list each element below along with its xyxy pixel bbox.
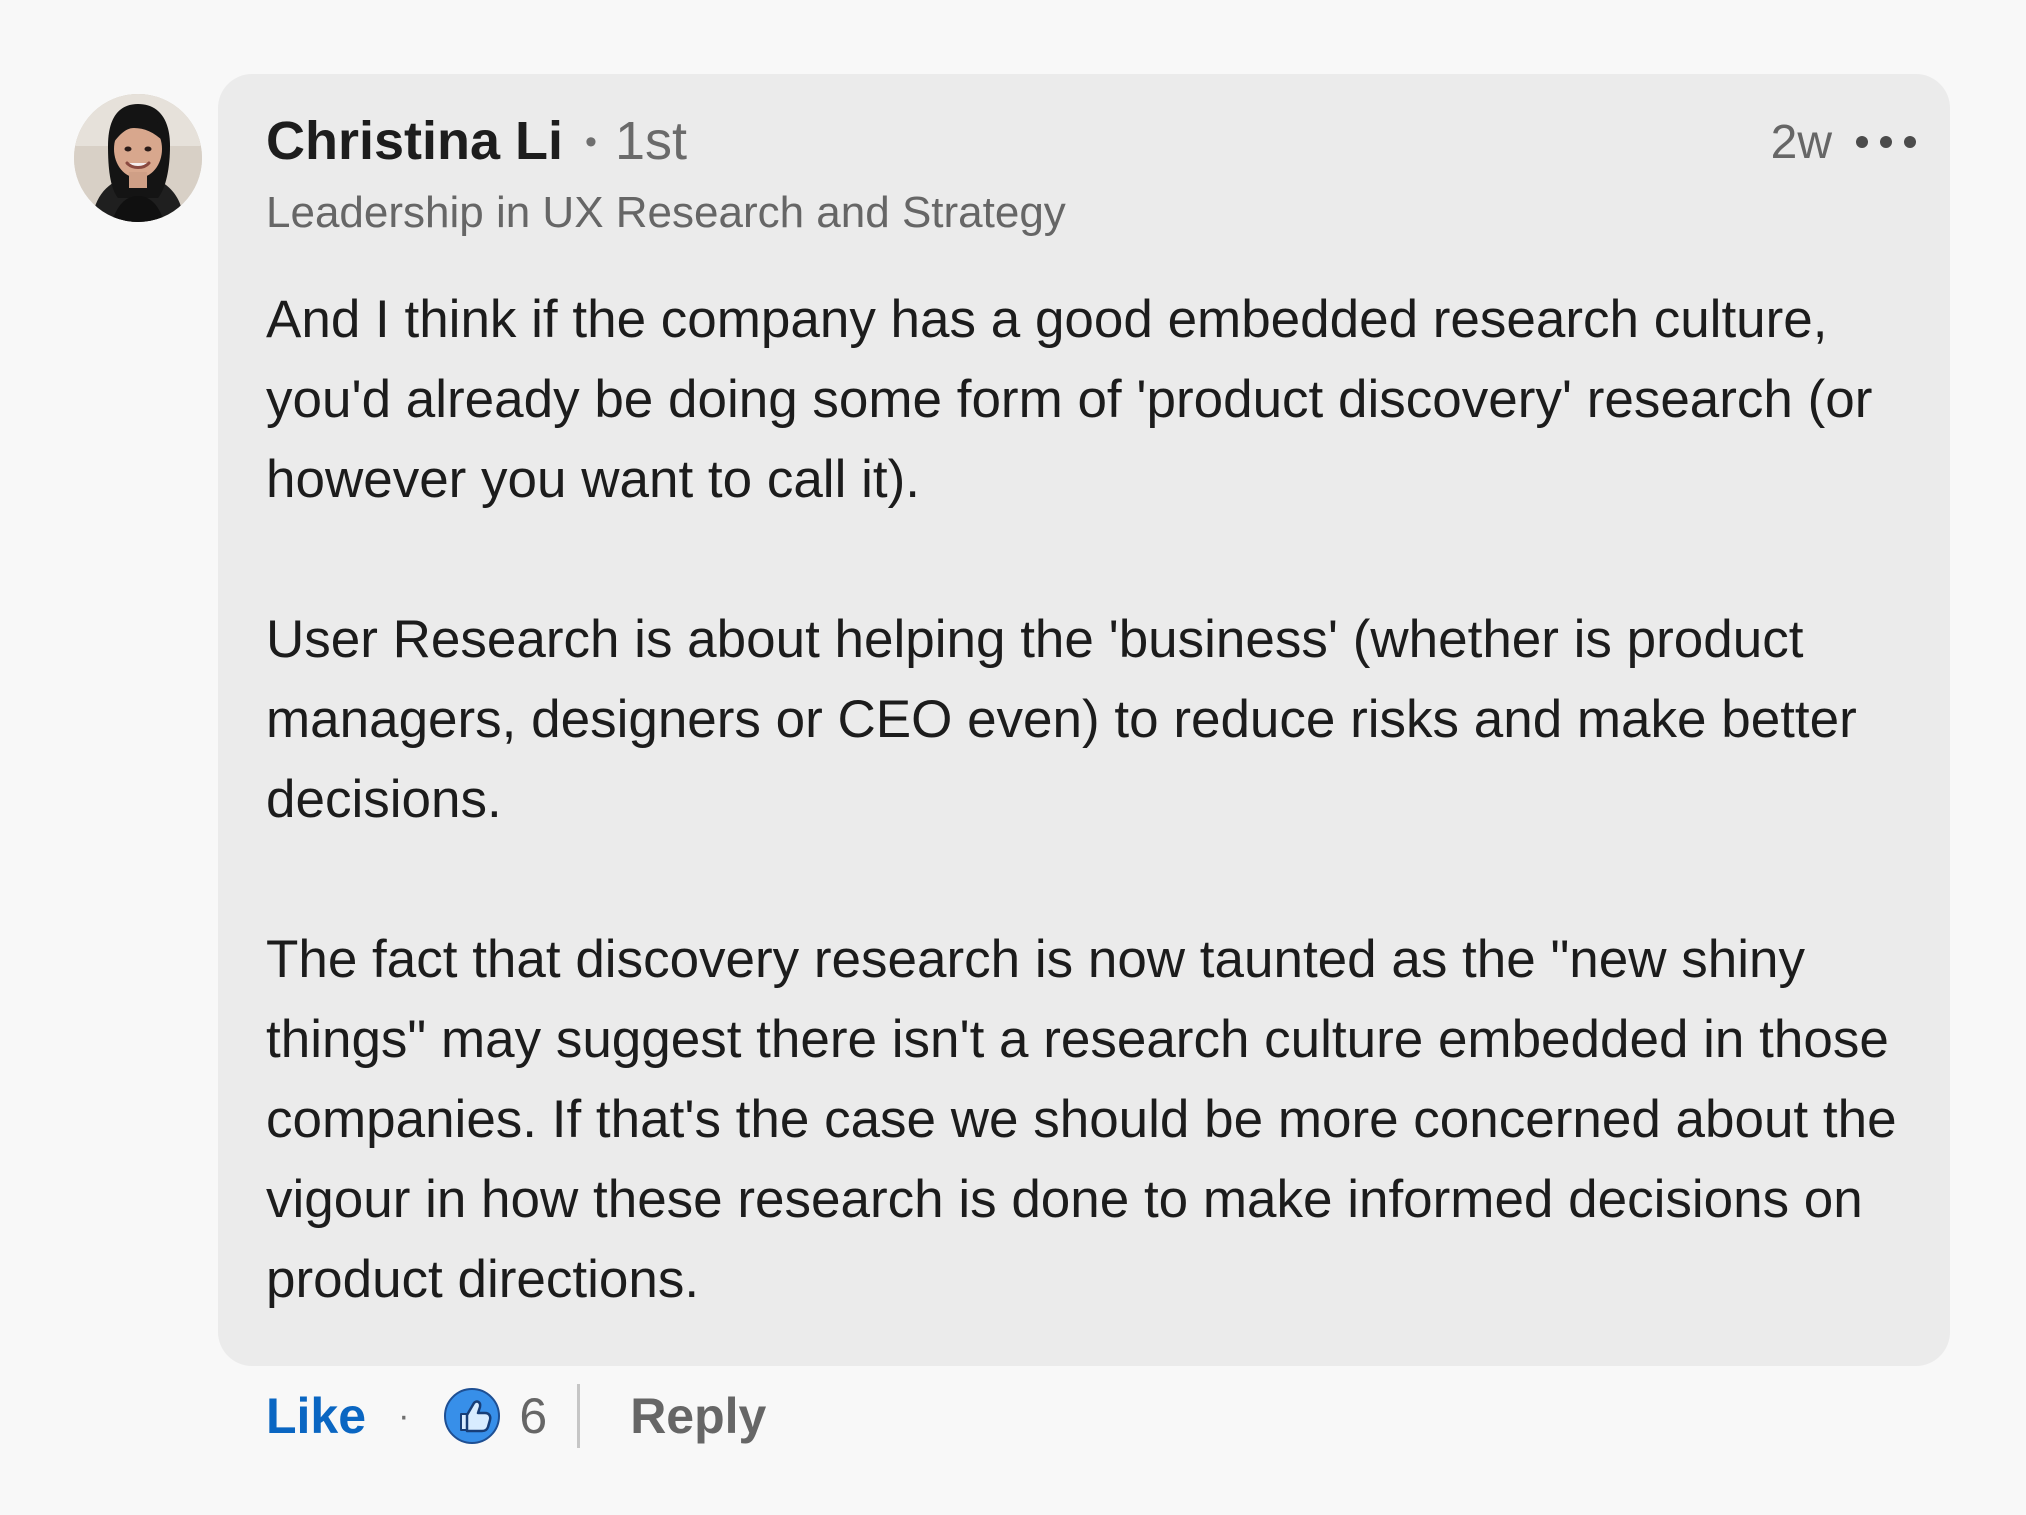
degree-separator: • [585,123,597,161]
comment-paragraph: User Research is about helping the 'busi… [266,610,1857,829]
reaction-count[interactable]: 6 [519,1387,547,1445]
reply-button[interactable]: Reply [630,1387,766,1445]
comment-timestamp: 2w [1770,115,1832,169]
comment-text: And I think if the company has a good em… [266,280,1906,1320]
action-divider [577,1384,581,1448]
comment-thread-item: Christina Li • 1st Leadership in UX Rese… [0,0,2026,1515]
connection-degree: 1st [614,111,687,171]
comment-header: Christina Li • 1st [266,110,687,180]
more-options-button[interactable] [1856,110,1916,174]
comment-bubble: Christina Li • 1st Leadership in UX Rese… [218,74,1950,1366]
action-separator: · [398,1396,410,1435]
more-horizontal-icon [1904,136,1916,148]
like-button[interactable]: Like [266,1387,366,1445]
more-horizontal-icon [1856,136,1868,148]
author-name[interactable]: Christina Li [266,110,563,172]
person-avatar-icon [74,94,202,222]
author-headline: Leadership in UX Research and Strategy [266,188,1066,237]
comment-meta: 2w [1771,110,1916,174]
comment-paragraph: The fact that discovery research is now … [266,930,1897,1309]
like-reaction-icon[interactable] [443,1387,501,1445]
comment-paragraph: And I think if the company has a good em… [266,290,1873,509]
comment-actions: Like · 6 Reply [266,1380,766,1452]
author-avatar[interactable] [74,94,202,222]
more-horizontal-icon [1880,136,1892,148]
